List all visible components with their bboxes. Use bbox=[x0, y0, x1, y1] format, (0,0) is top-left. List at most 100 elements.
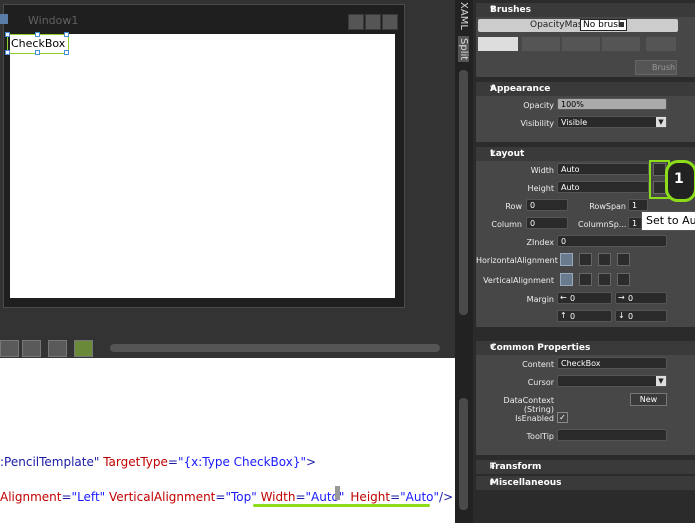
window-canvas[interactable] bbox=[10, 34, 395, 298]
tile-brush-icon[interactable] bbox=[602, 37, 640, 51]
opacity-label: Opacity bbox=[523, 101, 554, 110]
xaml-token: "{x:Type CheckBox}" bbox=[177, 455, 307, 469]
width-field[interactable]: Auto bbox=[557, 163, 649, 175]
view-toolbar bbox=[0, 338, 455, 358]
height-field[interactable]: Auto bbox=[557, 181, 649, 193]
align-center-icon[interactable] bbox=[579, 253, 592, 266]
highlight-underline bbox=[253, 504, 430, 507]
columnspan-label: ColumnSp... bbox=[578, 220, 627, 229]
snap-grid-icon[interactable] bbox=[48, 340, 67, 357]
align-bottom-icon[interactable] bbox=[598, 273, 611, 286]
transform-header[interactable]: ▶ Transform bbox=[476, 460, 695, 474]
solid-brush-icon[interactable] bbox=[522, 37, 560, 51]
advanced-icon[interactable] bbox=[619, 22, 624, 27]
xaml-token: "Left" bbox=[71, 490, 106, 504]
isenabled-checkbox[interactable]: ✓ bbox=[557, 412, 568, 423]
vertical-scrollbar[interactable] bbox=[459, 398, 468, 510]
text-caret bbox=[335, 486, 340, 500]
resize-handle[interactable] bbox=[5, 50, 10, 55]
resize-handle[interactable] bbox=[35, 32, 40, 37]
tooltip-label: ToolTip bbox=[526, 432, 554, 441]
window-icon bbox=[0, 14, 8, 24]
align-top-icon[interactable] bbox=[560, 273, 573, 286]
align-left-icon[interactable] bbox=[560, 253, 573, 266]
rowspan-label: RowSpan bbox=[589, 202, 626, 211]
grid-icon[interactable] bbox=[22, 340, 41, 357]
opacity-mask-row[interactable]: OpacityMask No brush bbox=[478, 19, 678, 32]
resize-handle[interactable] bbox=[35, 50, 40, 55]
xaml-token: = bbox=[167, 455, 178, 469]
content-field[interactable]: CheckBox bbox=[557, 357, 667, 369]
window-title: Window1 bbox=[28, 14, 79, 27]
xaml-token: > bbox=[306, 455, 317, 469]
resize-handle[interactable] bbox=[5, 32, 10, 37]
gradient-brush-icon[interactable] bbox=[562, 37, 600, 51]
halign-label: HorizontalAlignment bbox=[476, 256, 558, 265]
tab-split[interactable]: Split bbox=[458, 36, 469, 63]
xaml-token: "Top" bbox=[225, 490, 257, 504]
cursor-select[interactable] bbox=[557, 375, 667, 387]
align-vstretch-icon[interactable] bbox=[617, 273, 630, 286]
xaml-token: /> bbox=[439, 490, 454, 504]
isenabled-label: IsEnabled bbox=[515, 414, 554, 423]
horizontal-scrollbar[interactable] bbox=[110, 344, 440, 352]
brush-button[interactable]: Brush bbox=[635, 60, 677, 75]
resize-handle[interactable] bbox=[64, 32, 69, 37]
row-field[interactable]: 0 bbox=[526, 199, 568, 211]
tooltip: Set to Au bbox=[641, 211, 695, 231]
resource-brush-icon[interactable] bbox=[646, 37, 676, 51]
xaml-token: = bbox=[295, 490, 306, 504]
valign-label: VerticalAlignment bbox=[483, 276, 554, 285]
column-field[interactable]: 0 bbox=[526, 217, 568, 229]
xaml-token: VerticalAlignment bbox=[105, 490, 216, 504]
arrow-right-icon: → bbox=[618, 293, 625, 302]
visibility-label: Visibility bbox=[520, 119, 554, 128]
row-label: Row bbox=[505, 202, 522, 211]
callout-number: 1 bbox=[665, 160, 695, 202]
vertical-scrollbar[interactable] bbox=[459, 70, 468, 315]
snap-lines-icon[interactable] bbox=[74, 340, 93, 357]
common-properties-header[interactable]: ▼ Common Properties bbox=[476, 341, 695, 355]
rowspan-field[interactable]: 1 bbox=[628, 199, 648, 211]
no-brush-tab-icon[interactable] bbox=[478, 37, 518, 51]
xaml-token: "Auto" bbox=[400, 490, 440, 504]
arrow-left-icon: ← bbox=[560, 293, 567, 302]
xaml-token: = bbox=[61, 490, 72, 504]
new-button[interactable]: New bbox=[630, 393, 667, 406]
miscellaneous-header[interactable]: ▶ Miscellaneous bbox=[476, 476, 695, 490]
tab-xaml[interactable]: XAML bbox=[458, 2, 469, 30]
align-stretch-icon[interactable] bbox=[617, 253, 630, 266]
xaml-token: = bbox=[390, 490, 401, 504]
layout-header[interactable]: ▼ Layout bbox=[476, 147, 695, 161]
chevron-down-icon[interactable]: ▼ bbox=[656, 376, 666, 386]
tooltip-field[interactable] bbox=[557, 429, 667, 441]
xaml-token: = bbox=[215, 490, 226, 504]
height-label: Height bbox=[527, 184, 554, 193]
zindex-field[interactable]: 0 bbox=[557, 235, 667, 247]
dropdown-icon[interactable] bbox=[0, 340, 19, 357]
column-label: Column bbox=[491, 220, 522, 229]
view-tabs: XAML Split bbox=[455, 0, 473, 523]
opacity-field[interactable]: 100% bbox=[557, 98, 667, 110]
zindex-label: ZIndex bbox=[526, 238, 554, 247]
datacontext-label: DataContext (String) bbox=[503, 396, 554, 414]
xaml-token: :PencilTemplate" bbox=[0, 455, 100, 469]
brushes-header[interactable]: ▼ Brushes bbox=[476, 3, 695, 17]
visibility-select[interactable]: Visible bbox=[557, 116, 667, 128]
arrow-down-icon: ↓ bbox=[618, 311, 625, 320]
xaml-token: Width bbox=[256, 490, 296, 504]
close-icon[interactable] bbox=[382, 14, 398, 30]
chevron-down-icon[interactable]: ▼ bbox=[656, 117, 666, 127]
content-label: Content bbox=[522, 360, 554, 369]
minimize-icon[interactable] bbox=[348, 14, 364, 30]
maximize-icon[interactable] bbox=[365, 14, 381, 30]
resize-handle[interactable] bbox=[64, 50, 69, 55]
xaml-editor[interactable]: :PencilTemplate" TargetType="{x:Type Che… bbox=[0, 358, 455, 523]
arrow-up-icon: ↑ bbox=[560, 311, 567, 320]
align-right-icon[interactable] bbox=[598, 253, 611, 266]
xaml-token: Height bbox=[350, 490, 391, 504]
align-middle-icon[interactable] bbox=[579, 273, 592, 286]
brush-button-label: Brush bbox=[652, 63, 676, 72]
appearance-header[interactable]: ▼ Appearance bbox=[476, 82, 695, 96]
margin-label: Margin bbox=[526, 295, 554, 304]
